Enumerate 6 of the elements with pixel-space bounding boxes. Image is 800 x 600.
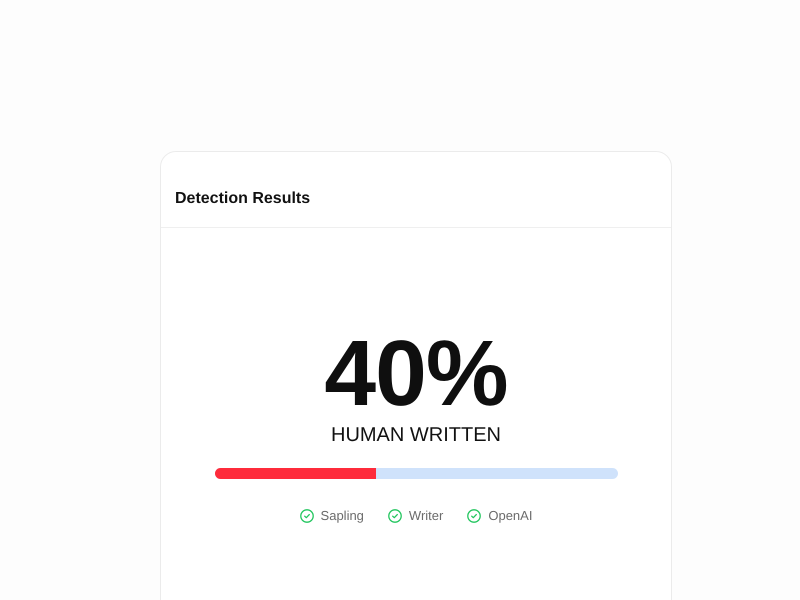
score-value: 40% — [324, 327, 508, 420]
detector-name: Writer — [408, 508, 444, 524]
detector-name: OpenAI — [488, 508, 532, 524]
detector-name: Sapling — [320, 508, 364, 524]
result-label: HUMAN WRITTEN — [331, 425, 501, 445]
card-title: Detection Results — [175, 189, 310, 209]
